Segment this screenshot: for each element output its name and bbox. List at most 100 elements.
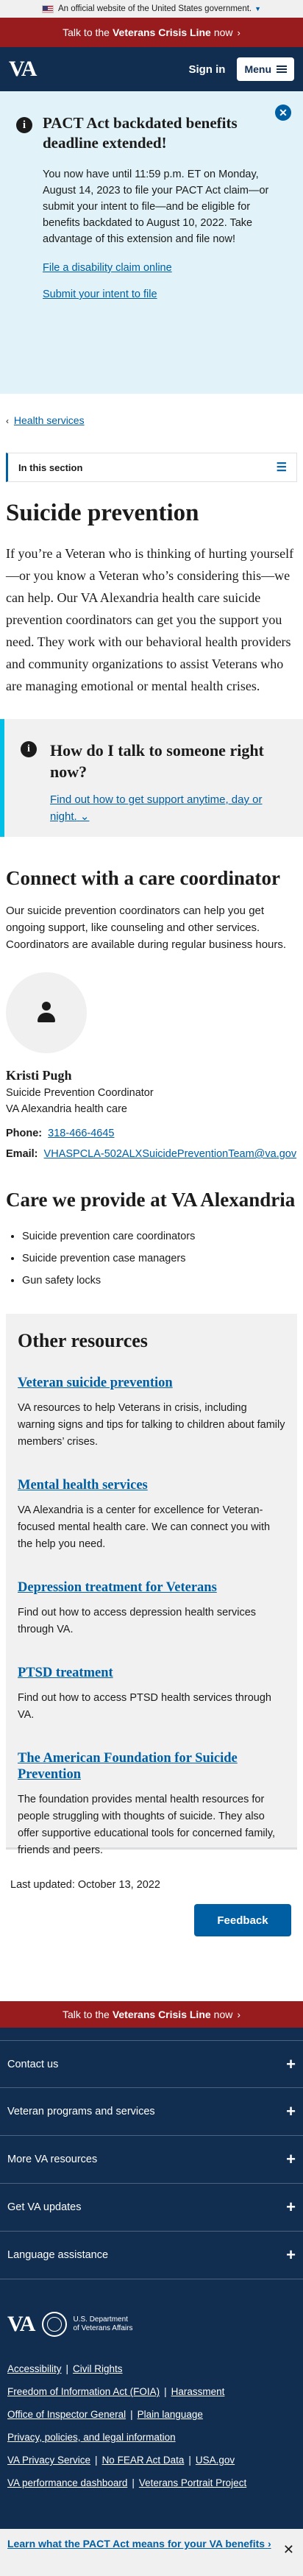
talk-title: How do I talk to someone right now? xyxy=(50,741,264,781)
gov-banner[interactable]: An official website of the United States… xyxy=(0,0,303,18)
resource-link[interactable]: Depression treatment for Veterans xyxy=(18,1579,285,1596)
resource-link[interactable]: Mental health services xyxy=(18,1477,285,1493)
resource-link[interactable]: Veteran suicide prevention xyxy=(18,1375,285,1391)
link-portrait-project[interactable]: Veterans Portrait Project xyxy=(139,2477,246,2488)
department-name: U.S. Department of Veterans Affairs xyxy=(73,2315,132,2333)
separator: | xyxy=(132,2477,135,2488)
crisis-line-prefix: Talk to the xyxy=(63,26,110,38)
link-accessibility[interactable]: Accessibility xyxy=(7,2363,62,2374)
accordion-label: Get VA updates xyxy=(7,2201,82,2213)
link-civil-rights[interactable]: Civil Rights xyxy=(73,2363,123,2374)
avatar xyxy=(6,972,87,1053)
accordion-more-resources[interactable]: More VA resources + xyxy=(0,2136,303,2184)
care-list: Suicide prevention care coordinators Sui… xyxy=(22,1225,297,1292)
submit-intent-to-file-link[interactable]: Submit your intent to file xyxy=(43,289,277,300)
chevron-right-icon: › xyxy=(237,2009,241,2020)
site-footer: Contact us + Veteran programs and servic… xyxy=(0,2028,303,2576)
chevron-left-icon: ‹ xyxy=(6,416,9,426)
care-heading: Care we provide at VA Alexandria xyxy=(6,1189,296,1211)
list-item: Suicide prevention case managers xyxy=(22,1248,297,1270)
link-foia[interactable]: Freedom of Information Act (FOIA) xyxy=(7,2386,160,2397)
email-link[interactable]: VHASPCLA-502ALXSuicidePreventionTeam@va.… xyxy=(44,1148,297,1160)
resource-desc: Find out how to access depression health… xyxy=(18,1607,257,1635)
list-icon: ☰ xyxy=(276,461,287,474)
separator: | xyxy=(65,2363,69,2374)
va-logo[interactable]: VA xyxy=(9,57,37,82)
link-plain-language[interactable]: Plain language xyxy=(138,2409,203,2420)
hamburger-icon xyxy=(277,66,287,73)
link-va-privacy-service[interactable]: VA Privacy Service xyxy=(7,2455,90,2466)
accordion-language-assistance[interactable]: Language assistance + xyxy=(0,2232,303,2279)
resource-item: Mental health services VA Alexandria is … xyxy=(18,1477,285,1553)
breadcrumb: ‹ Health services xyxy=(6,414,303,426)
pact-act-link-text: Learn what the PACT Act means for your V… xyxy=(7,2538,265,2550)
close-alert-button[interactable]: ✕ xyxy=(275,105,291,121)
resources-heading: Other resources xyxy=(18,1330,148,1351)
other-resources: Other resources Veteran suicide preventi… xyxy=(6,1314,297,1856)
link-oig[interactable]: Office of Inspector General xyxy=(7,2409,126,2420)
in-this-section-nav[interactable]: In this section ☰ xyxy=(6,453,297,482)
link-harassment[interactable]: Harassment xyxy=(171,2386,225,2397)
plus-icon: + xyxy=(286,2150,296,2168)
footer-logo[interactable]: VA U.S. Department of Veterans Affairs xyxy=(7,2312,303,2337)
menu-button-label: Menu xyxy=(244,63,271,75)
feedback-button[interactable]: Feedback xyxy=(194,1904,291,1936)
info-icon: i xyxy=(16,117,32,133)
resource-item: Depression treatment for Veterans Find o… xyxy=(18,1579,285,1638)
resource-item: Veteran suicide prevention VA resources … xyxy=(18,1375,285,1451)
link-usagov[interactable]: USA.gov xyxy=(196,2455,235,2466)
staff-name: Kristi Pugh xyxy=(6,1068,72,1083)
staff-facility: VA Alexandria health care xyxy=(6,1103,127,1115)
accordion-get-updates[interactable]: Get VA updates + xyxy=(0,2184,303,2232)
phone-link[interactable]: 318-466-4645 xyxy=(48,1128,114,1139)
department-line-2: of Veterans Affairs xyxy=(73,2324,133,2332)
department-line-1: U.S. Department xyxy=(73,2315,128,2324)
separator: | xyxy=(164,2386,167,2397)
accordion-contact-us[interactable]: Contact us + xyxy=(0,2040,303,2088)
close-icon[interactable]: ✕ xyxy=(283,2542,294,2558)
va-logo: VA xyxy=(7,2312,35,2336)
list-item: Suicide prevention care coordinators xyxy=(22,1225,297,1248)
list-item: Gun safety locks xyxy=(22,1270,297,1292)
alert-body: PACT Act backdated benefits deadline ext… xyxy=(43,113,277,300)
last-updated: Last updated: October 13, 2022 xyxy=(10,1879,160,1891)
plus-icon: + xyxy=(286,2054,296,2073)
menu-button[interactable]: Menu xyxy=(237,57,294,81)
crisis-line-suffix: now xyxy=(213,26,233,38)
crisis-line-prefix: Talk to the xyxy=(62,2009,110,2020)
chevron-down-icon: ▼ xyxy=(254,5,262,13)
accordion-label: Contact us xyxy=(7,2058,59,2070)
file-disability-claim-link[interactable]: File a disability claim online xyxy=(43,262,277,274)
link-privacy[interactable]: Privacy, policies, and legal information xyxy=(7,2432,176,2443)
pact-act-alert: i ✕ PACT Act backdated benefits deadline… xyxy=(0,91,303,394)
breadcrumb-health-services[interactable]: Health services xyxy=(14,414,85,426)
site-header: VA Sign in Menu xyxy=(0,47,303,91)
footer-crisis-line[interactable]: Talk to the Veterans Crisis Line now › xyxy=(0,2001,303,2028)
resource-link[interactable]: PTSD treatment xyxy=(18,1665,285,1681)
crisis-line-suffix: now xyxy=(213,2009,233,2020)
header-actions: Sign in Menu xyxy=(188,57,294,81)
crisis-line-bold: Veterans Crisis Line xyxy=(112,2009,211,2020)
accordion-veteran-programs[interactable]: Veteran programs and services + xyxy=(0,2088,303,2136)
talk-now-box: i How do I talk to someone right now? Fi… xyxy=(0,719,303,837)
intro-text: If you’re a Veteran who is thinking of h… xyxy=(6,546,294,693)
sign-in-button[interactable]: Sign in xyxy=(188,63,225,76)
footer-links: Accessibility | Civil Rights Freedom of In… xyxy=(7,2357,296,2494)
link-performance-dashboard[interactable]: VA performance dashboard xyxy=(7,2477,127,2488)
person-icon xyxy=(37,1002,56,1024)
pact-act-link[interactable]: Learn what the PACT Act means for your V… xyxy=(7,2538,271,2550)
get-support-link[interactable]: Find out how to get support anytime, day… xyxy=(50,791,291,825)
talk-body: How do I talk to someone right now? Find… xyxy=(50,740,291,825)
resource-link[interactable]: The American Foundation for Suicide Prev… xyxy=(18,1750,285,1783)
resource-desc: Find out how to access PTSD health servi… xyxy=(18,1692,271,1721)
plus-icon: + xyxy=(286,2102,296,2120)
plus-icon: + xyxy=(286,2246,296,2264)
pact-act-sticky-bar: Learn what the PACT Act means for your V… xyxy=(0,2529,303,2576)
chevron-down-icon: ⌄ xyxy=(79,810,90,823)
chevron-right-icon: › xyxy=(237,26,240,38)
separator: | xyxy=(188,2455,191,2466)
link-no-fear[interactable]: No FEAR Act Data xyxy=(102,2455,185,2466)
separator: | xyxy=(95,2455,98,2466)
crisis-line-banner[interactable]: Talk to the Veterans Crisis Line now › xyxy=(0,18,303,47)
crisis-line-bold: Veterans Crisis Line xyxy=(112,26,211,38)
